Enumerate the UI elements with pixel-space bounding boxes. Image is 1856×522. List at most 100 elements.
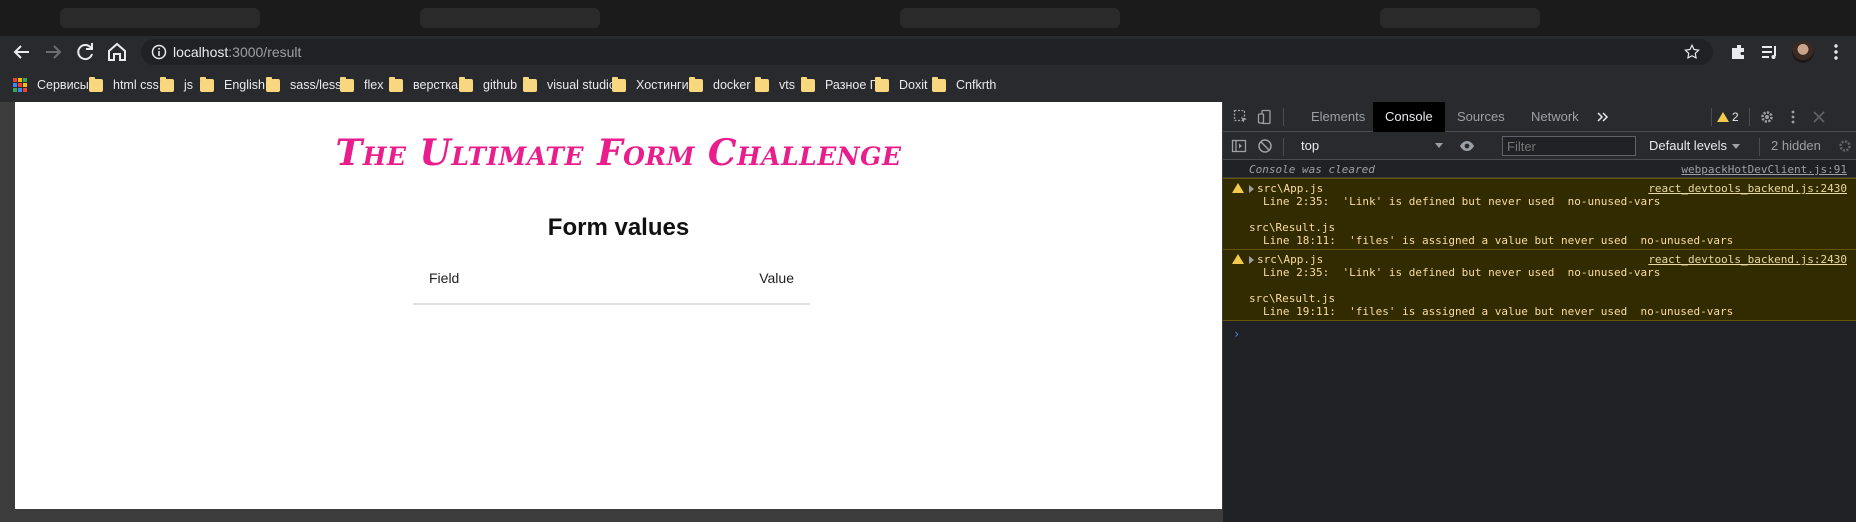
warning-file: src\Result.js (1249, 292, 1336, 305)
warning-icon (1232, 254, 1244, 264)
tab-console[interactable]: Console (1373, 102, 1445, 132)
bookmark-item[interactable]: docker (689, 76, 751, 93)
bookmark-label: Хостинги (636, 78, 689, 92)
warnings-badge[interactable]: 2 (1717, 108, 1739, 126)
warning-line: Line 19:11: 'files' is assigned a value … (1263, 305, 1734, 318)
back-button[interactable] (10, 40, 34, 64)
bookmark-label: html css (113, 78, 159, 92)
page-viewport: The Ultimate Form Challenge Form values … (15, 102, 1222, 509)
tab-sources[interactable]: Sources (1445, 102, 1517, 132)
tab-blurred[interactable] (60, 8, 260, 28)
bookmark-label: docker (713, 78, 751, 92)
tab-blurred[interactable] (900, 8, 1120, 28)
media-control-icon[interactable] (1760, 42, 1780, 62)
folder-icon (459, 76, 473, 92)
bookmark-item[interactable]: visual studio (523, 76, 616, 93)
arrow-left-icon (13, 45, 29, 59)
address-bar[interactable]: localhost:3000/result (141, 39, 1713, 65)
devtools-menu-icon[interactable] (1785, 109, 1801, 125)
devtools-panel: Elements Console Sources Network 2 top F… (1222, 102, 1856, 522)
settings-gear-icon[interactable] (1759, 109, 1775, 125)
bookmark-label: visual studio (547, 78, 616, 92)
bookmark-label: Сервисы (37, 78, 89, 92)
bookmark-item[interactable]: github (459, 76, 518, 93)
console-warning[interactable]: react_devtools_backend.js:2430 src\App.j… (1223, 178, 1856, 250)
reload-button[interactable] (73, 40, 97, 64)
profile-avatar[interactable] (1792, 41, 1814, 63)
folder-icon (340, 76, 354, 92)
warning-icon (1232, 183, 1244, 193)
log-levels-dropdown[interactable]: Default levels (1649, 136, 1741, 156)
bookmark-item[interactable]: Хостинги (612, 76, 689, 93)
warnings-count: 2 (1732, 110, 1739, 124)
folder-icon (612, 76, 626, 92)
bookmark-item[interactable]: html css (89, 76, 159, 93)
folder-icon (266, 76, 280, 92)
more-menu-icon[interactable] (1826, 42, 1846, 62)
bookmark-item[interactable]: верстка (389, 76, 458, 93)
expand-triangle-icon[interactable] (1249, 256, 1254, 264)
bookmark-item[interactable]: Разное Г (801, 76, 877, 93)
device-toolbar-icon[interactable] (1257, 109, 1273, 125)
console-warning[interactable]: react_devtools_backend.js:2430 src\App.j… (1223, 250, 1856, 321)
divider (1283, 138, 1284, 156)
source-link[interactable]: webpackHotDevClient.js:91 (1681, 163, 1847, 176)
divider (1749, 108, 1750, 126)
context-selector[interactable]: top (1301, 136, 1447, 156)
console-messages: Console was cleared webpackHotDevClient.… (1223, 160, 1856, 341)
bookmark-item[interactable]: Doxit (875, 76, 927, 93)
more-tabs-icon[interactable] (1595, 109, 1611, 125)
show-sidebar-icon[interactable] (1231, 138, 1247, 154)
bookmark-item[interactable]: English (200, 76, 265, 93)
bookmark-item[interactable]: sass/less (266, 76, 342, 93)
browser-window: localhost:3000/result Сервисы html css js E… (0, 0, 1856, 522)
expand-triangle-icon[interactable] (1249, 185, 1254, 193)
form-values-heading: Form values (547, 214, 690, 241)
home-icon (108, 42, 126, 61)
bookmark-label: github (483, 78, 518, 92)
close-devtools-icon[interactable] (1811, 109, 1827, 125)
column-header-field: Field (413, 252, 576, 305)
bookmark-item[interactable]: js (160, 76, 193, 93)
console-prompt[interactable]: › (1223, 321, 1856, 341)
chevron-down-icon (1435, 143, 1443, 148)
bookmark-item[interactable]: Сервисы (13, 77, 89, 93)
app-title: The Ultimate Form Challenge (335, 132, 902, 174)
bookmark-item[interactable]: flex (340, 76, 384, 93)
console-cleared-message: Console was cleared webpackHotDevClient.… (1223, 160, 1856, 178)
home-button[interactable] (105, 40, 129, 64)
clear-console-icon[interactable] (1257, 138, 1273, 154)
warning-file: src\Result.js (1249, 221, 1336, 234)
forward-button[interactable] (41, 40, 65, 64)
extensions-icon[interactable] (1729, 42, 1749, 62)
bookmark-star-icon[interactable] (1683, 43, 1701, 61)
source-link[interactable]: react_devtools_backend.js:2430 (1648, 182, 1847, 195)
tab-blurred[interactable] (1380, 8, 1540, 28)
bookmark-label: flex (364, 78, 384, 92)
tab-blurred[interactable] (420, 8, 600, 28)
table-header-row: Field Value (413, 252, 810, 305)
folder-icon (755, 76, 769, 92)
console-filter-input[interactable] (1502, 136, 1636, 156)
folder-icon (523, 76, 537, 92)
folder-icon (801, 76, 815, 92)
tab-elements[interactable]: Elements (1299, 102, 1377, 132)
tab-network[interactable]: Network (1519, 102, 1591, 132)
folder-icon (875, 76, 889, 92)
console-settings-gear-icon[interactable] (1837, 138, 1853, 154)
tab-strip (0, 0, 1856, 36)
cleared-text: Console was cleared (1249, 163, 1375, 176)
url-text[interactable]: localhost:3000/result (173, 44, 301, 60)
context-value: top (1301, 138, 1320, 153)
live-expression-eye-icon[interactable] (1459, 138, 1475, 154)
source-link[interactable]: react_devtools_backend.js:2430 (1648, 253, 1847, 266)
bookmark-label: sass/less (290, 78, 342, 92)
inspect-element-icon[interactable] (1233, 109, 1249, 125)
warning-file: src\App.js (1257, 253, 1324, 266)
window-bottom-edge (0, 509, 1222, 522)
bookmark-item[interactable]: Cnfkrth (932, 76, 996, 93)
info-icon[interactable] (151, 44, 167, 60)
folder-icon (389, 76, 403, 92)
chevron-down-icon (1732, 144, 1741, 150)
bookmark-item[interactable]: vts (755, 76, 795, 93)
